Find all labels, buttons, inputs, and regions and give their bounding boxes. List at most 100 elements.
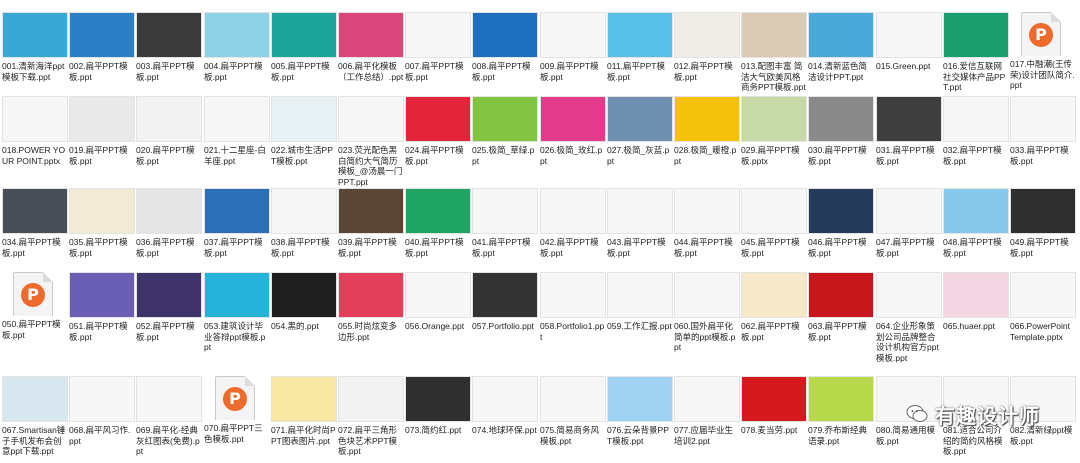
file-item[interactable]: 034.扁平PPT模板.ppt [2,188,68,258]
file-item[interactable]: 028.极简_暖橙.ppt [674,96,740,166]
slide-thumbnail [943,12,1009,58]
file-item[interactable]: 038.扁平PPT模板.ppt [271,188,337,258]
file-item[interactable]: 077.应届毕业生培训2.ppt [674,376,740,446]
file-item[interactable]: 067.Smartisan锤子手机发布会创意ppt下载.ppt [2,376,68,457]
file-item[interactable]: 016.爱信互联网社交媒体产品PPT.ppt [943,12,1009,93]
file-item[interactable]: 062.扁平PPT模板.ppt [741,272,807,342]
slide-thumbnail [607,272,673,318]
file-item[interactable]: 012.扁平PPT模板.ppt [674,12,740,82]
file-item[interactable]: 014.清新蓝色简洁设计PPT.ppt [808,12,874,82]
file-item[interactable]: 003.扁平PPT模板.ppt [136,12,202,82]
file-item[interactable]: 005.扁平PPT模板.ppt [271,12,337,82]
file-item[interactable]: 001.清新海洋ppt模板下载.ppt [2,12,68,82]
file-item[interactable]: 040.扁平PPT模板.ppt [405,188,471,258]
file-item[interactable]: 002.扁平PPT模板.ppt [69,12,135,82]
file-item[interactable]: 035.扁平PPT模板.ppt [69,188,135,258]
file-item[interactable]: 026.极简_玫红.ppt [540,96,606,166]
file-item[interactable]: 032.扁平PPT模板.ppt [943,96,1009,166]
file-item[interactable]: 011.扁平PPT模板.ppt [607,12,673,82]
file-name: 066.PowerPoint Template.pptx [1010,321,1071,342]
file-item[interactable]: 009.扁平PPT模板.ppt [540,12,606,82]
file-item[interactable]: 074.地球环保.ppt [472,376,538,436]
file-item[interactable]: 065.huaer.ppt [943,272,1009,332]
file-item[interactable]: 039.扁平PPT模板.ppt [338,188,404,258]
file-item[interactable]: 013.配图丰富 简洁大气欧美风格商务PPT模板.ppt [741,12,807,93]
file-item[interactable]: 058.Portfolio1.ppt [540,272,606,342]
file-item[interactable]: 024.扁平PPT模板.ppt [405,96,471,166]
file-item[interactable]: 046.扁平PPT模板.ppt [808,188,874,258]
file-item[interactable]: 045.扁平PPT模板.ppt [741,188,807,258]
file-item[interactable]: 030.扁平PPT模板.ppt [808,96,874,166]
slide-thumbnail [338,96,404,142]
file-item[interactable]: 051.扁平PPT模板.ppt [69,272,135,342]
file-item[interactable]: 059.工作汇报.ppt [607,272,673,332]
slide-thumbnail [876,96,942,142]
file-item[interactable]: 069.扁平化-经典灰红图表(免费).ppt [136,376,202,457]
file-item[interactable]: 052.扁平PPT模板.ppt [136,272,202,342]
file-item[interactable]: 064.企业形象策划公司品牌整合设计机构官方ppt模板.ppt [876,272,942,363]
file-item[interactable]: 072.扁平三角形色块艺术PPT模板.ppt [338,376,404,457]
file-item[interactable]: 022.城市生活PPT模板.ppt [271,96,337,166]
file-name: 001.清新海洋ppt模板下载.ppt [2,61,65,82]
file-name: 028.极简_暖橙.ppt [674,145,737,166]
file-item[interactable]: 076.云朵背景PPT模板.ppt [607,376,673,446]
file-item[interactable]: 073.简约红.ppt [405,376,471,436]
file-item[interactable]: 057.Portfolio.ppt [472,272,538,332]
file-item[interactable]: 036.扁平PPT模板.ppt [136,188,202,258]
slide-thumbnail [405,376,471,422]
file-name: 060.国外扁平化简单的ppt模板.ppt [674,321,736,352]
file-item[interactable]: 063.扁平PPT模板.ppt [808,272,874,342]
file-item[interactable]: 033.扁平PPT模板.ppt [1010,96,1076,166]
file-item[interactable]: 066.PowerPoint Template.pptx [1010,272,1076,342]
file-item[interactable]: 047.扁平PPT模板.ppt [876,188,942,258]
file-item[interactable]: 060.国外扁平化简单的ppt模板.ppt [674,272,740,353]
file-item[interactable]: 004.扁平PPT模板.ppt [204,12,270,82]
file-item[interactable]: 053.建筑设计毕业答辩ppt模板.ppt [204,272,270,353]
file-name: 058.Portfolio1.ppt [540,321,605,342]
file-item[interactable]: 029.扁平PPT模板.pptx [741,96,807,166]
file-item[interactable]: 037.扁平PPT模板.ppt [204,188,270,258]
file-item[interactable]: 025.极简_草绿.ppt [472,96,538,166]
slide-thumbnail [405,188,471,234]
file-name: 036.扁平PPT模板.ppt [136,237,195,258]
file-name: 032.扁平PPT模板.ppt [943,145,1002,166]
file-item[interactable]: 007.扁平PPT模板.ppt [405,12,471,82]
file-item[interactable]: 031.扁平PPT模板.ppt [876,96,942,166]
slide-thumbnail [876,188,942,234]
file-item[interactable]: P 070.扁平PPT三色模板.ppt [204,376,270,444]
file-item[interactable]: P 017.中融潮(王传荣)设计团队简介.ppt [1010,12,1076,91]
file-item[interactable]: 008.扁平PPT模板.ppt [472,12,538,82]
file-item[interactable]: 049.扁平PPT模板.ppt [1010,188,1076,258]
slide-thumbnail [2,188,68,234]
file-item[interactable]: 041.扁平PPT模板.ppt [472,188,538,258]
file-item[interactable]: 075.简易商务风模板.ppt [540,376,606,446]
file-name: 079.乔布斯经典语录.ppt [808,425,868,446]
file-item[interactable]: 023.荧光配色黑白简约大气简历模板_@汤晨一门PPT.ppt [338,96,404,187]
file-item[interactable]: 078.麦当劳.ppt [741,376,807,436]
file-item[interactable]: 079.乔布斯经典语录.ppt [808,376,874,446]
file-item[interactable]: 044.扁平PPT模板.ppt [674,188,740,258]
file-item[interactable]: P 050.扁平PPT模板.ppt [2,272,68,340]
slide-thumbnail [808,96,874,142]
file-item[interactable]: 019.扁平PPT模板.ppt [69,96,135,166]
slide-thumbnail [1010,272,1076,318]
slide-thumbnail [674,376,740,422]
file-item[interactable]: 006.扁平化模板（工作总结）.ppt [338,12,404,82]
file-name: 014.清新蓝色简洁设计PPT.ppt [808,61,868,82]
file-item[interactable]: 021.十二星座-白羊座.ppt [204,96,270,166]
file-item[interactable]: 018.POWER YOUR POINT.pptx [2,96,68,166]
file-item[interactable]: 020.扁平PPT模板.ppt [136,96,202,166]
file-item[interactable]: 042.扁平PPT模板.ppt [540,188,606,258]
file-item[interactable]: 048.扁平PPT模板.ppt [943,188,1009,258]
file-item[interactable]: 027.极简_灰蓝.ppt [607,96,673,166]
file-item[interactable]: 056.Orange.ppt [405,272,471,332]
file-item[interactable]: 055.时尚炫变多边形.ppt [338,272,404,342]
file-item[interactable]: 015.Green.ppt [876,12,942,72]
file-item[interactable]: 068.扁平风习作.ppt [69,376,135,446]
file-name: 038.扁平PPT模板.ppt [271,237,330,258]
file-item[interactable]: 071.扁平化时尚PPT图表图片.ppt [271,376,337,446]
file-item[interactable]: 054.黑的.ppt [271,272,337,332]
ppt-file-icon: P [1010,12,1074,56]
file-name: 055.时尚炫变多边形.ppt [338,321,398,342]
file-item[interactable]: 043.扁平PPT模板.ppt [607,188,673,258]
